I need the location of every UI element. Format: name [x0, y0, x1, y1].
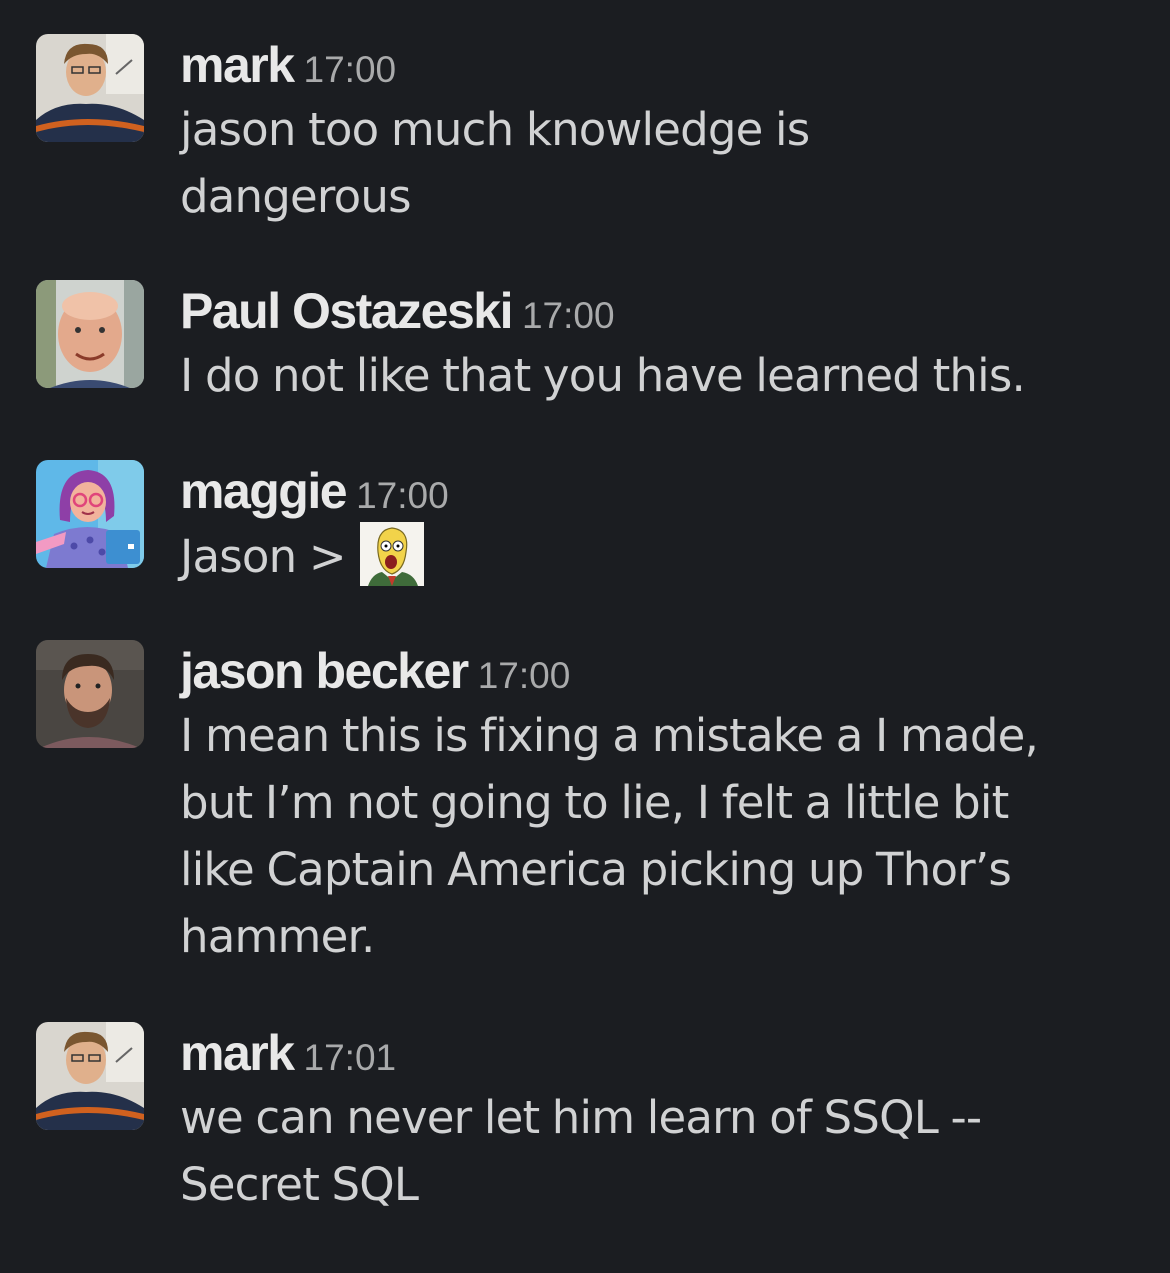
message-header: maggie 17:00 [180, 460, 1140, 522]
message-text: we can never let him learn of SSQL -- Se… [180, 1084, 1140, 1218]
timestamp[interactable]: 17:00 [522, 295, 615, 336]
message-text: I do not like that you have learned this… [180, 342, 1140, 409]
avatar-mark[interactable] [36, 34, 144, 142]
sender-name[interactable]: mark [180, 37, 295, 93]
message-line: but I’m not going to lie, I felt a littl… [180, 776, 1009, 829]
message-header: Paul Ostazeski 17:00 [180, 280, 1140, 342]
message-line: I do not like that you have learned this… [180, 349, 1026, 402]
message-line-text: Jason > [180, 530, 347, 583]
message-text: Jason > [180, 522, 1140, 590]
mr-burns-emoji[interactable] [359, 522, 424, 586]
message-line: Jason > [180, 522, 1140, 590]
avatar-mark[interactable] [36, 1022, 144, 1130]
message-header: mark 17:00 [180, 34, 1140, 96]
message-line: hammer. [180, 910, 375, 963]
message-text: jason too much knowledge is dangerous [180, 96, 1140, 230]
avatar-paul[interactable] [36, 280, 144, 388]
message-header: jason becker 17:00 [180, 640, 1140, 702]
sender-name[interactable]: Paul Ostazeski [180, 283, 513, 339]
sender-name[interactable]: jason becker [180, 643, 469, 699]
message-line: jason too much knowledge is [180, 103, 810, 156]
timestamp[interactable]: 17:00 [304, 49, 397, 90]
sender-name[interactable]: maggie [180, 463, 348, 519]
message-line: like Captain America picking up Thor’s [180, 843, 1012, 896]
avatar-jason[interactable] [36, 640, 144, 748]
timestamp[interactable]: 17:01 [304, 1037, 397, 1078]
sender-name[interactable]: mark [180, 1025, 295, 1081]
message-text: I mean this is fixing a mistake a I made… [180, 702, 1140, 970]
avatar-maggie[interactable] [36, 460, 144, 568]
message-header: mark 17:01 [180, 1022, 1140, 1084]
message-line: Secret SQL [180, 1158, 419, 1211]
timestamp[interactable]: 17:00 [478, 655, 571, 696]
message-line: dangerous [180, 170, 412, 223]
timestamp[interactable]: 17:00 [356, 475, 449, 516]
message-line: I mean this is fixing a mistake a I made… [180, 709, 1039, 762]
message-line: we can never let him learn of SSQL -- [180, 1091, 982, 1144]
